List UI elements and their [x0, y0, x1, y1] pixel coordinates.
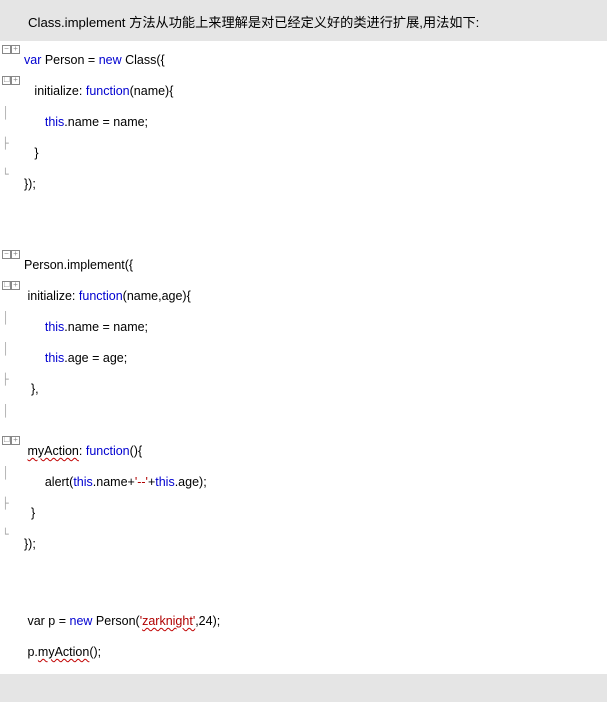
fold-gutter: │	[0, 343, 24, 355]
code-line: p.myAction();	[0, 637, 607, 668]
code-line: ├ },	[0, 374, 607, 405]
code-line: −+ var Person = new Class({	[0, 45, 607, 76]
fold-gutter[interactable]: −+	[0, 250, 24, 259]
code-text: var Person = new Class({	[24, 45, 165, 76]
code-line: └ });	[0, 169, 607, 200]
code-line: ├ }	[0, 138, 607, 169]
heading-text: Class.implement 方法从功能上来理解是对已经定义好的类进行扩展,用…	[0, 0, 607, 41]
code-text: this.age = age;	[24, 343, 127, 374]
code-blank	[0, 560, 607, 606]
fold-gutter: │	[0, 312, 24, 324]
code-text: alert(this.name+'--'+this.age);	[24, 467, 207, 498]
code-text: },	[24, 374, 39, 405]
code-line: │ alert(this.name+'--'+this.age);	[0, 467, 607, 498]
fold-gutter[interactable]: □+	[0, 281, 24, 290]
fold-gutter: ├	[0, 498, 24, 509]
fold-gutter: │	[0, 467, 24, 479]
code-line: □+ initialize: function(name){	[0, 76, 607, 107]
code-line: │	[0, 405, 607, 436]
fold-gutter[interactable]: □+	[0, 76, 24, 85]
fold-gutter[interactable]: □+	[0, 436, 24, 445]
fold-gutter: ├	[0, 374, 24, 385]
code-block: −+ var Person = new Class({ □+ initializ…	[0, 41, 607, 674]
fold-gutter: ├	[0, 138, 24, 149]
fold-gutter: └	[0, 529, 24, 540]
fold-gutter[interactable]: −+	[0, 45, 24, 54]
code-line: │ this.name = name;	[0, 107, 607, 138]
fold-gutter: └	[0, 169, 24, 180]
code-text: });	[24, 169, 36, 200]
code-blank	[0, 200, 607, 250]
code-line: □+ myAction: function(){	[0, 436, 607, 467]
fold-gutter: │	[0, 107, 24, 119]
code-line: │ this.name = name;	[0, 312, 607, 343]
code-line: var p = new Person('zarknight',24);	[0, 606, 607, 637]
code-line: ├ }	[0, 498, 607, 529]
code-line: −+ Person.implement({	[0, 250, 607, 281]
code-line: □+ initialize: function(name,age){	[0, 281, 607, 312]
code-text: this.name = name;	[24, 312, 148, 343]
code-text: }	[24, 498, 35, 529]
code-text: Person.implement({	[24, 250, 133, 281]
code-line: │ this.age = age;	[0, 343, 607, 374]
code-text: });	[24, 529, 36, 560]
fold-gutter: │	[0, 405, 24, 417]
code-text: initialize: function(name,age){	[24, 281, 191, 312]
code-text: }	[24, 138, 39, 169]
code-text: initialize: function(name){	[24, 76, 173, 107]
code-text: var p = new Person('zarknight',24);	[24, 606, 220, 637]
code-text: myAction: function(){	[24, 436, 142, 467]
code-text: this.name = name;	[24, 107, 148, 138]
code-line: └ });	[0, 529, 607, 560]
code-text: p.myAction();	[24, 637, 101, 668]
